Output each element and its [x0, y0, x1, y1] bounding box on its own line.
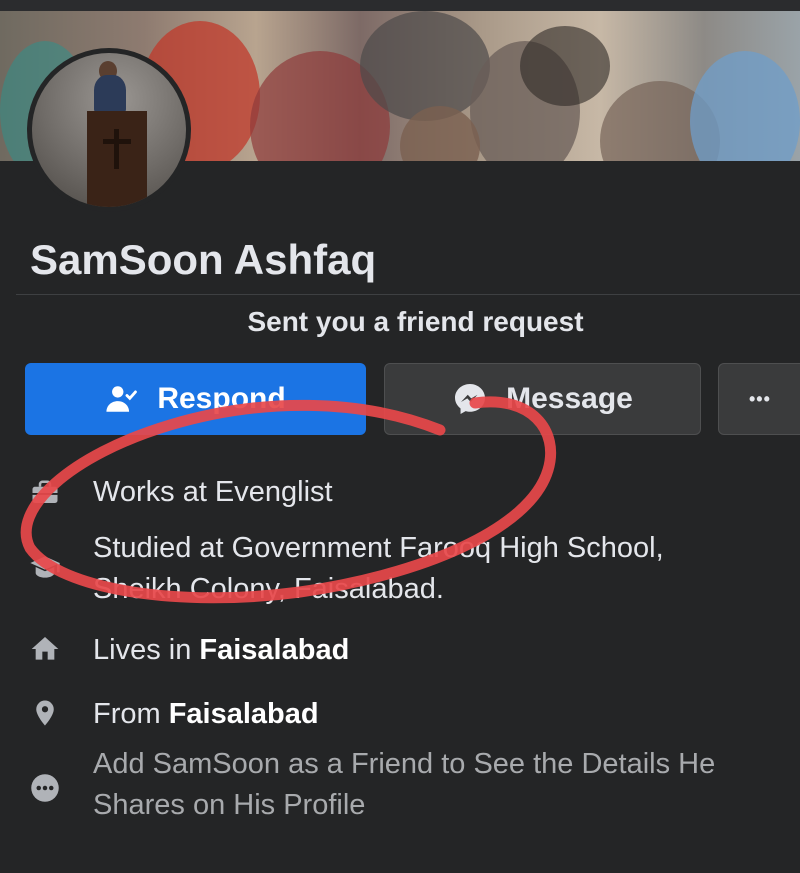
education-line-2: Sheikh Colony, Faisalabad. — [93, 573, 444, 605]
from-text: From Faisalabad — [93, 698, 319, 730]
education-line-1: Studied at Government Farooq High School… — [93, 532, 664, 564]
home-icon — [28, 632, 62, 666]
more-icon: ••• — [749, 388, 771, 409]
more-dots-icon — [28, 771, 62, 805]
more-options-button[interactable]: ••• — [718, 363, 800, 435]
respond-button[interactable]: Respond — [25, 363, 366, 435]
person-check-icon — [105, 382, 139, 416]
top-bar — [0, 0, 800, 11]
messenger-icon — [452, 381, 488, 417]
avatar — [32, 53, 186, 207]
profile-picture[interactable] — [27, 48, 191, 212]
location-pin-icon — [28, 696, 62, 730]
friend-note-line-1: Add SamSoon as a Friend to See the Detai… — [93, 748, 716, 780]
from-city[interactable]: Faisalabad — [169, 698, 319, 730]
profile-name: SamSoon Ashfaq — [30, 236, 377, 283]
respond-label: Respond — [157, 382, 286, 415]
message-label: Message — [506, 382, 633, 415]
graduation-cap-icon — [28, 550, 62, 584]
message-button[interactable]: Message — [384, 363, 701, 435]
briefcase-icon — [28, 476, 62, 510]
lives-text: Lives in Faisalabad — [93, 634, 350, 666]
work-text: Works at Evenglist — [93, 476, 333, 508]
divider — [16, 294, 800, 295]
friend-request-status: Sent you a friend request — [247, 306, 584, 337]
friend-note-line-2: Shares on His Profile — [93, 789, 366, 821]
lives-city[interactable]: Faisalabad — [199, 634, 349, 666]
